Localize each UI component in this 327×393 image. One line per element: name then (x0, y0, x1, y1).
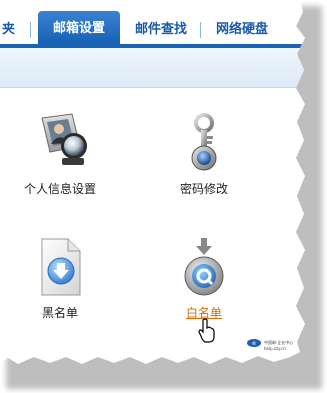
document-download-icon (41, 238, 81, 296)
address-book-icon (41, 113, 87, 165)
hand-cursor-icon (198, 318, 215, 343)
svg-text:e: e (252, 340, 256, 347)
tile-personal-info[interactable]: 个人信息设置 (0, 112, 120, 197)
tile-label: 黑名单 (41, 306, 78, 320)
tab-mail-search[interactable]: 邮件查找 (124, 16, 198, 43)
key-icon (191, 113, 217, 171)
tab-network-disk[interactable]: 网络硬盘 (205, 16, 279, 43)
tile-blacklist[interactable]: 黑名单 (0, 236, 120, 321)
tile-change-password[interactable]: 密码修改 (144, 112, 264, 197)
tile-label: 密码修改 (179, 182, 228, 196)
tab-separator (200, 22, 201, 38)
tile-label: 个人信息设置 (23, 182, 96, 196)
tab-folders[interactable]: 夹 (0, 16, 30, 43)
sub-header-bar (0, 48, 305, 88)
tab-mailbox-settings[interactable]: 邮箱设置 (38, 11, 120, 44)
quicktime-download-icon (184, 238, 224, 296)
brand-logo-icon: e (247, 339, 261, 347)
mail-settings-panel: 夹 邮箱设置 邮件查找 网络硬盘 个人信息设置 密码修改 黑名单 白名单 e 中… (0, 0, 305, 364)
main-tab-bar: 夹 邮箱设置 邮件查找 网络硬盘 (0, 0, 305, 48)
brand-logo-text: 中国邮·企业中心 help.zzy.cn (264, 340, 293, 351)
brand-logo-line2: help.zzy.cn (264, 346, 286, 351)
tile-whitelist[interactable]: 白名单 (144, 236, 264, 321)
tab-separator (30, 22, 31, 38)
